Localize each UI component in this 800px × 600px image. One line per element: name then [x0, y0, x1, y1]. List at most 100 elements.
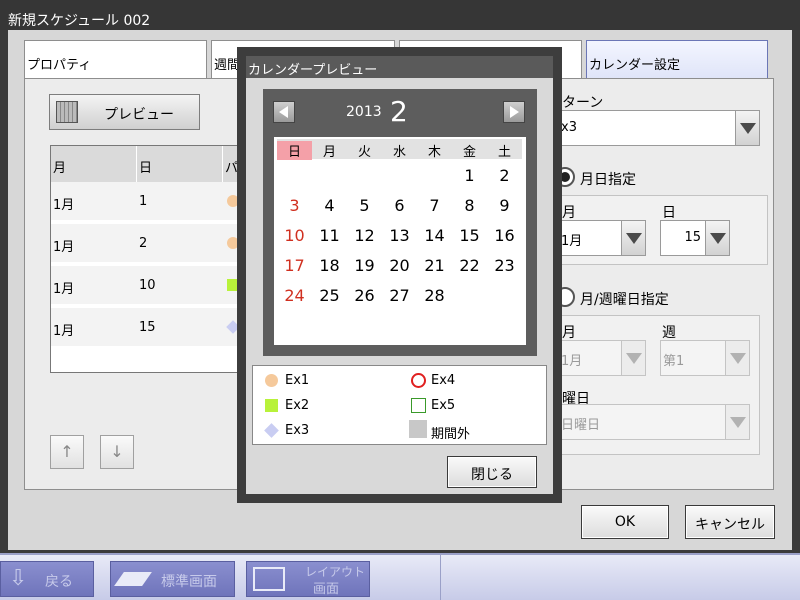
- cell-day: 1: [139, 194, 148, 209]
- calendar-day: 4: [324, 196, 335, 215]
- cell-month: 1月: [53, 282, 75, 297]
- weekday-select[interactable]: 日曜日: [558, 404, 750, 440]
- ring-icon: [411, 373, 426, 388]
- calendar-month: 2: [390, 95, 408, 128]
- dialog-title: カレンダープレビュー: [246, 56, 553, 78]
- calendar-day: 28: [424, 286, 445, 305]
- filled-circle-icon: [265, 374, 278, 387]
- cell-month: 1月: [53, 324, 75, 339]
- calendar-day: 10: [284, 226, 305, 245]
- chevron-down-icon[interactable]: [725, 341, 749, 375]
- week-month-select[interactable]: 1月: [558, 340, 646, 376]
- standard-view-label: 標準画面: [161, 574, 217, 590]
- weekday-mon: 月: [322, 145, 336, 160]
- layout-view-label-line2: 画面: [313, 582, 340, 597]
- calendar-icon: [56, 101, 78, 123]
- legend-label: Ex1: [285, 373, 310, 388]
- weekday-thu: 木: [427, 145, 441, 160]
- month-select-value: 1月: [561, 234, 583, 249]
- taskbar-divider: [440, 555, 441, 600]
- ok-button[interactable]: OK: [581, 505, 669, 539]
- prev-month-button[interactable]: [273, 101, 295, 123]
- arrow-down-icon: ⇩: [9, 566, 28, 591]
- weekday-tue: 火: [357, 145, 371, 160]
- close-button[interactable]: 閉じる: [447, 456, 537, 488]
- cell-day: 10: [139, 278, 156, 293]
- taskbar: ⇩ 戻る 標準画面 レイアウト 画面: [0, 553, 800, 600]
- calendar-day: 17: [284, 256, 305, 275]
- gray-square-icon: [409, 420, 427, 438]
- back-button[interactable]: ⇩ 戻る: [0, 561, 94, 597]
- calendar-day: 8: [464, 196, 475, 215]
- month-select[interactable]: 1月: [558, 220, 646, 256]
- calendar-day: 21: [424, 256, 445, 275]
- chevron-down-icon[interactable]: [705, 221, 729, 255]
- calendar-day: 25: [319, 286, 340, 305]
- chevron-down-icon[interactable]: [621, 221, 645, 255]
- chevron-down-icon[interactable]: [725, 405, 749, 439]
- preview-button[interactable]: プレビュー: [49, 94, 200, 130]
- calendar-day: 9: [499, 196, 510, 215]
- tab-properties[interactable]: プロパティ: [24, 40, 207, 80]
- chevron-down-icon[interactable]: [735, 111, 759, 145]
- filled-square-icon: [265, 399, 278, 412]
- calendar-day: 22: [459, 256, 480, 275]
- calendar-day: 18: [319, 256, 340, 275]
- calendar-day: 12: [354, 226, 375, 245]
- calendar-day: 5: [359, 196, 370, 215]
- day-select-value: 15: [684, 230, 701, 245]
- month-label: 月: [562, 205, 576, 221]
- legend-label: Ex3: [285, 423, 310, 438]
- next-month-button[interactable]: [503, 101, 525, 123]
- calendar-day: 6: [394, 196, 405, 215]
- calendar-day: 11: [319, 226, 340, 245]
- cell-month: 1月: [53, 198, 75, 213]
- weekday-wed: 水: [392, 145, 406, 160]
- calendar-day: 2: [499, 166, 510, 185]
- outline-square-icon: [411, 398, 426, 413]
- pattern-label: ターン: [562, 95, 604, 111]
- pattern-select[interactable]: x3: [558, 110, 760, 146]
- calendar-day: 16: [494, 226, 515, 245]
- weekday-sat: 土: [497, 145, 511, 160]
- week-month-label: 月: [562, 325, 576, 341]
- window-title: 新規スケジュール 002: [0, 0, 800, 30]
- table-row[interactable]: 1月 10: [51, 266, 249, 306]
- back-button-label: 戻る: [45, 574, 73, 590]
- week-select-value: 第1: [663, 354, 685, 369]
- cancel-button[interactable]: キャンセル: [685, 505, 775, 539]
- week-month-select-value: 1月: [561, 354, 583, 369]
- layout-view-button[interactable]: レイアウト 画面: [246, 561, 370, 597]
- tab-label: プロパティ: [27, 58, 92, 73]
- table-row[interactable]: 1月 2: [51, 224, 249, 264]
- cell-day: 15: [139, 320, 156, 335]
- calendar-day: 23: [494, 256, 515, 275]
- calendar-day: 27: [389, 286, 410, 305]
- table-row[interactable]: 1月 1: [51, 182, 249, 222]
- legend-label: Ex2: [285, 398, 310, 413]
- move-up-button[interactable]: ↑: [50, 435, 84, 469]
- legend-label: 期間外: [431, 427, 471, 442]
- legend-panel: Ex1 Ex4 Ex2 Ex5 Ex3 期間外: [252, 365, 547, 445]
- week-mode-label: 月/週曜日指定: [580, 292, 669, 308]
- pattern-select-value: x3: [561, 120, 577, 135]
- calendar-day: 7: [429, 196, 440, 215]
- day-select[interactable]: 15: [660, 220, 730, 256]
- date-mode-label: 月日指定: [580, 172, 636, 188]
- calendar-day: 24: [284, 286, 305, 305]
- table-row[interactable]: 1月 15: [51, 308, 249, 348]
- layout-icon: [253, 567, 285, 591]
- tab-calendar-settings[interactable]: カレンダー設定: [586, 40, 768, 80]
- cell-day: 2: [139, 236, 148, 251]
- calendar-day: 14: [424, 226, 445, 245]
- standard-view-button[interactable]: 標準画面: [110, 561, 235, 597]
- preview-button-label: プレビュー: [104, 107, 174, 123]
- chevron-down-icon[interactable]: [621, 341, 645, 375]
- move-down-button[interactable]: ↓: [100, 435, 134, 469]
- tab-label: カレンダー設定: [589, 58, 681, 73]
- week-select[interactable]: 第1: [660, 340, 750, 376]
- calendar-year: 2013: [346, 104, 382, 120]
- calendar-day: 26: [354, 286, 375, 305]
- monitor-icon: [114, 572, 152, 586]
- calendar-table: 月 日 パ 1月 1 1月 2 1月 10 1月 15: [50, 145, 250, 373]
